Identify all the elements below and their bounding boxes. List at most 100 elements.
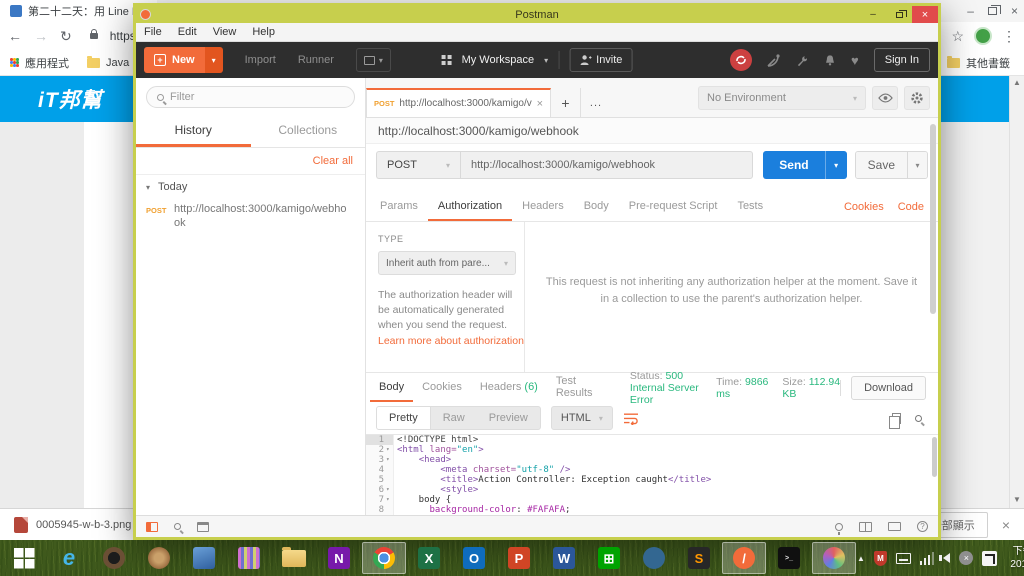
profile-avatar[interactable]	[974, 27, 992, 45]
reload-icon[interactable]: ↻	[60, 28, 72, 45]
start-button[interactable]	[2, 542, 46, 574]
outlook-icon[interactable]: O	[452, 542, 496, 574]
sublime-text-icon[interactable]: S	[677, 542, 721, 574]
environment-preview-button[interactable]	[872, 86, 898, 110]
menu-edit[interactable]: Edit	[178, 26, 197, 38]
tab-options-button[interactable]: ...	[581, 88, 611, 117]
url-input[interactable]: http://localhost:3000/kamigo/webhook	[460, 151, 754, 179]
tab-params[interactable]: Params	[370, 192, 428, 221]
notifications-bell-icon[interactable]	[824, 54, 836, 67]
address-bar[interactable]: https	[110, 29, 136, 43]
chevron-down-icon[interactable]: ▾	[544, 56, 548, 65]
page-scrollbar[interactable]: ▲ ▼	[1009, 76, 1024, 508]
auth-type-dropdown[interactable]: Inherit auth from pare... ▾	[378, 251, 516, 275]
response-tab-cookies[interactable]: Cookies	[413, 373, 471, 402]
learn-more-link[interactable]: Learn more about authorization	[378, 335, 524, 347]
new-dropdown-button[interactable]: ▾	[204, 47, 223, 73]
view-pretty-button[interactable]: Pretty	[377, 407, 431, 429]
bookmark-apps[interactable]: 應用程式	[25, 55, 69, 71]
collapse-icon[interactable]: ▾	[146, 183, 150, 192]
tab-collections[interactable]: Collections	[251, 116, 366, 147]
search-response-icon[interactable]	[915, 414, 922, 422]
postman-icon[interactable]: /	[722, 542, 766, 574]
volume-icon[interactable]	[939, 553, 951, 563]
chrome-icon[interactable]	[362, 542, 406, 574]
postgresql-icon[interactable]	[632, 542, 676, 574]
response-tab-test-results[interactable]: Test Results	[547, 373, 604, 402]
download-file-name[interactable]: 0005945-w-b-3.png	[36, 519, 131, 531]
view-raw-button[interactable]: Raw	[431, 407, 477, 429]
main-scrollbar[interactable]	[930, 124, 936, 314]
internet-explorer-icon[interactable]: e	[47, 542, 91, 574]
tab-prerequest[interactable]: Pre-request Script	[619, 192, 728, 221]
format-dropdown[interactable]: HTML ▾	[550, 406, 613, 430]
bookmark-star-icon[interactable]: ☆	[951, 28, 964, 45]
editor-scrollbar[interactable]	[932, 437, 937, 477]
file-explorer-icon[interactable]	[272, 542, 316, 574]
code-link[interactable]: Code	[898, 201, 924, 213]
taskbar-clock[interactable]: 下午 09:21 2018/10/28	[1010, 545, 1024, 571]
find-icon[interactable]	[174, 523, 181, 530]
forward-icon[interactable]: →	[34, 28, 48, 44]
heart-icon[interactable]: ♥	[851, 53, 859, 68]
postman-restore-button[interactable]	[886, 6, 912, 23]
tab-authorization[interactable]: Authorization	[427, 192, 513, 221]
back-icon[interactable]: ←	[8, 28, 22, 44]
save-button[interactable]: Save ▾	[854, 151, 928, 179]
excel-icon[interactable]: X	[407, 542, 451, 574]
windows-store-icon[interactable]: ⊞	[587, 542, 631, 574]
close-tab-icon[interactable]: ×	[537, 98, 543, 110]
help-icon[interactable]: ?	[917, 521, 928, 532]
workspace-selector[interactable]: My Workspace	[462, 54, 535, 66]
pixel-app-icon[interactable]	[227, 542, 271, 574]
bookmark-other-folder[interactable]: 其他書籤	[966, 55, 1010, 71]
audio-app-icon[interactable]	[92, 542, 136, 574]
import-button[interactable]: Import	[245, 54, 276, 66]
touch-keyboard-icon[interactable]	[895, 552, 911, 564]
download-button[interactable]: Download	[851, 375, 926, 400]
postman-title-bar[interactable]: Postman – ×	[136, 6, 938, 23]
method-dropdown[interactable]: POST ▾	[376, 151, 460, 179]
tab-body[interactable]: Body	[574, 192, 619, 221]
new-button[interactable]: + New ▾	[144, 47, 223, 73]
history-item[interactable]: POST http://localhost:3000/kamigo/webhoo…	[136, 199, 365, 236]
scroll-up-icon[interactable]: ▲	[1013, 78, 1021, 87]
postman-close-button[interactable]: ×	[912, 6, 938, 23]
wrap-text-icon[interactable]	[623, 412, 640, 425]
runner-button[interactable]: Runner	[298, 54, 334, 66]
word-icon[interactable]: W	[542, 542, 586, 574]
history-group-today[interactable]: ▾ Today	[136, 175, 365, 199]
tab-history[interactable]: History	[136, 116, 251, 147]
shortcuts-icon[interactable]	[888, 522, 901, 531]
status-x-icon[interactable]: ×	[959, 551, 974, 565]
sign-in-button[interactable]: Sign In	[873, 48, 930, 72]
response-tab-headers[interactable]: Headers (6)	[471, 373, 547, 402]
ime-mode-icon[interactable]	[982, 550, 998, 566]
environment-selector[interactable]: No Environment ▾	[698, 86, 866, 110]
command-prompt-icon[interactable]: >_	[767, 542, 811, 574]
two-pane-icon[interactable]	[859, 521, 872, 532]
browser-close-button[interactable]: ×	[1011, 4, 1018, 18]
clear-all-link[interactable]: Clear all	[313, 155, 353, 167]
paint-icon[interactable]	[812, 542, 856, 574]
save-options-button[interactable]: ▾	[907, 152, 927, 178]
tray-expand-icon[interactable]: ▲	[857, 554, 865, 563]
browser-menu-icon[interactable]: ⋮	[1002, 28, 1016, 45]
camera-app-icon[interactable]	[137, 542, 181, 574]
invite-button[interactable]: Invite	[569, 48, 633, 72]
menu-file[interactable]: File	[144, 26, 162, 38]
network-signal-icon[interactable]	[919, 551, 935, 565]
console-icon[interactable]	[197, 521, 209, 532]
postman-minimize-button[interactable]: –	[860, 6, 886, 23]
request-tab[interactable]: POST http://localhost:3000/kamigo/v ×	[366, 88, 551, 117]
send-options-button[interactable]: ▾	[824, 151, 847, 179]
cookies-link[interactable]: Cookies	[844, 201, 884, 213]
bookmark-java-folder[interactable]: Java	[106, 57, 129, 69]
sync-icon[interactable]	[730, 49, 753, 71]
lightbulb-icon[interactable]	[835, 522, 843, 535]
menu-help[interactable]: Help	[252, 26, 275, 38]
interceptor-icon[interactable]	[767, 53, 781, 67]
send-button[interactable]: Send ▾	[763, 151, 847, 179]
filter-input[interactable]: Filter	[146, 86, 355, 108]
response-tab-body[interactable]: Body	[370, 373, 414, 402]
